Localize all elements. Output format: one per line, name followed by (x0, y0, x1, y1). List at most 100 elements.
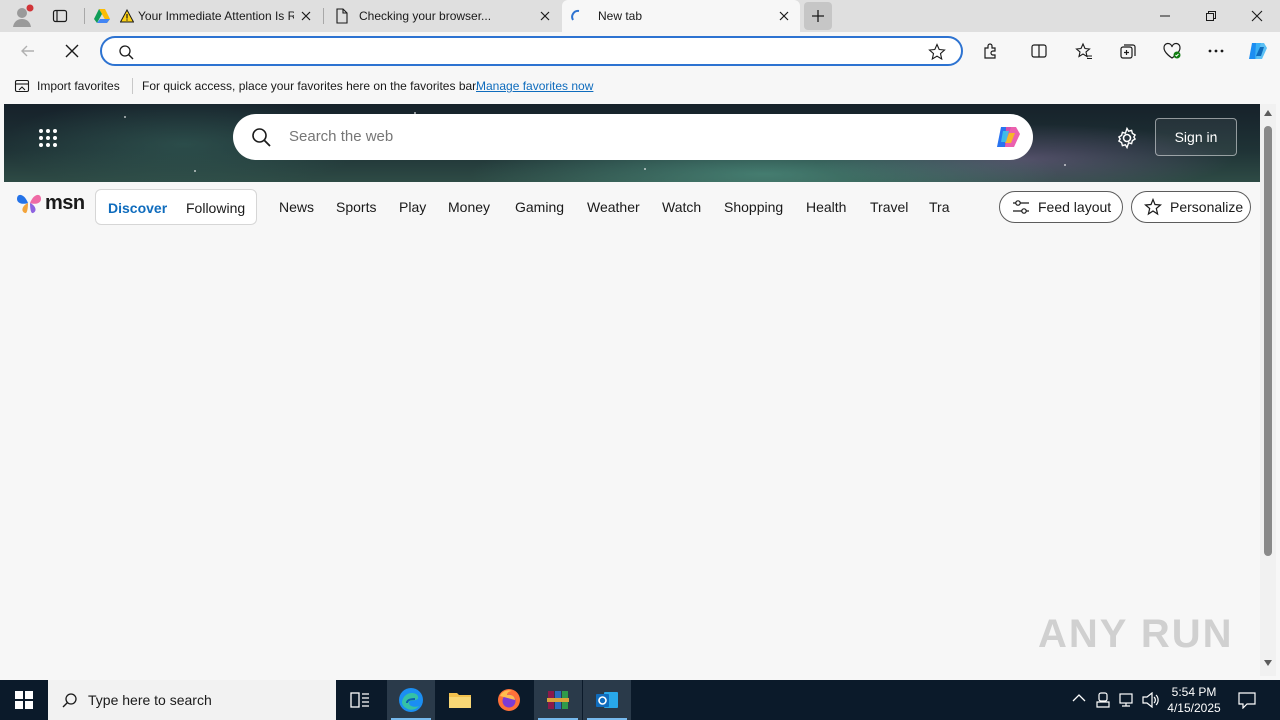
favorites-button[interactable] (1070, 37, 1098, 65)
nav-sports[interactable]: Sports (336, 199, 376, 215)
import-icon (14, 79, 30, 93)
nav-weather[interactable]: Weather (587, 199, 640, 215)
outlook-icon (596, 692, 618, 708)
apps-launcher-icon[interactable] (38, 128, 58, 148)
tab-actions-icon[interactable] (52, 8, 68, 24)
tab-title: Checking your browser... (359, 9, 492, 23)
chevron-up-icon[interactable] (1072, 693, 1086, 703)
nav-gaming[interactable]: Gaming (515, 199, 564, 215)
collections-icon (1120, 44, 1136, 59)
msn-logo[interactable]: msn (16, 191, 85, 215)
web-search-box[interactable]: Search the web (233, 114, 1033, 160)
meet-now-icon[interactable] (1096, 692, 1110, 708)
clock-time: 5:54 PM (1171, 685, 1217, 699)
nav-play[interactable]: Play (399, 199, 426, 215)
taskbar-edge[interactable] (387, 680, 435, 720)
vertical-scrollbar[interactable] (1260, 104, 1276, 676)
taskbar-search-input[interactable]: Type here to search (88, 692, 212, 708)
heart-pulse-icon (1163, 42, 1181, 59)
start-button[interactable] (0, 680, 48, 720)
search-icon (62, 693, 77, 708)
taskbar-firefox[interactable] (485, 680, 533, 720)
clock-date: 4/15/2025 (1167, 701, 1221, 715)
taskbar-outlook[interactable] (583, 680, 631, 720)
browser-toolbar (0, 32, 1280, 70)
tab-new-tab[interactable]: New tab (562, 0, 800, 32)
stop-loading-button[interactable] (58, 37, 86, 65)
manage-favorites-link[interactable]: Manage favorites now (476, 79, 593, 93)
nav-shopping[interactable]: Shopping (724, 199, 783, 215)
tab-following[interactable]: Following (186, 200, 245, 216)
taskbar-winrar[interactable] (534, 680, 582, 720)
nav-watch[interactable]: Watch (662, 199, 701, 215)
close-icon[interactable] (537, 8, 553, 24)
close-icon[interactable] (298, 8, 314, 24)
extensions-button[interactable] (977, 37, 1005, 65)
close-icon (65, 44, 79, 58)
copilot-icon (1249, 43, 1267, 59)
favorites-bar: Import favorites For quick access, place… (0, 70, 1280, 103)
copilot-icon[interactable] (993, 122, 1023, 152)
nav-travel[interactable]: Travel (870, 199, 908, 215)
tab-immediate-attention[interactable]: Your Immediate Attention Is Required (86, 0, 322, 32)
split-screen-icon (1031, 44, 1047, 58)
loading-icon (570, 9, 584, 23)
scroll-down-icon[interactable] (1264, 660, 1272, 666)
notification-center-icon[interactable] (1238, 691, 1256, 709)
tab-title: New tab (598, 9, 643, 23)
tab-title: Your Immediate Attention Is Required (138, 9, 294, 23)
copilot-button[interactable] (1244, 37, 1272, 65)
web-search-input[interactable]: Search the web (289, 128, 393, 145)
taskbar-search-box[interactable]: Type here to search (48, 680, 336, 720)
personalize-button[interactable]: Personalize (1131, 191, 1251, 223)
close-icon[interactable] (776, 8, 792, 24)
search-icon (118, 44, 134, 60)
collections-button[interactable] (1114, 37, 1142, 65)
windows-logo-icon (15, 691, 33, 709)
gear-icon[interactable] (1116, 127, 1138, 149)
restore-button[interactable] (1188, 0, 1234, 32)
feed-segment-control: Discover Following (95, 189, 257, 225)
scroll-up-icon[interactable] (1264, 110, 1272, 116)
butterfly-icon (17, 194, 41, 214)
feed-layout-label: Feed layout (1038, 199, 1112, 215)
firefox-icon (498, 689, 520, 711)
settings-more-button[interactable] (1202, 37, 1230, 65)
plus-icon (812, 10, 824, 22)
close-icon (1251, 10, 1263, 22)
scrollbar-thumb[interactable] (1264, 126, 1272, 556)
browser-essentials-button[interactable] (1158, 37, 1186, 65)
nav-health[interactable]: Health (806, 199, 846, 215)
nav-money[interactable]: Money (448, 199, 490, 215)
profile-avatar-icon[interactable] (10, 4, 34, 28)
nav-news[interactable]: News (279, 199, 314, 215)
google-drive-icon (94, 8, 110, 24)
nav-traffic[interactable]: Trai (929, 199, 950, 215)
msn-navigation: msn Discover Following News Sports Play … (4, 182, 1260, 230)
network-icon[interactable] (1118, 692, 1134, 708)
tab-checking-browser[interactable]: Checking your browser... (325, 0, 561, 32)
import-favorites-button[interactable]: Import favorites (14, 78, 120, 94)
address-bar[interactable] (100, 36, 963, 66)
volume-icon[interactable] (1142, 692, 1160, 708)
close-window-button[interactable] (1234, 0, 1280, 32)
more-dots-icon (1208, 49, 1224, 53)
task-view-icon (350, 692, 369, 708)
sign-in-button[interactable]: Sign in (1155, 118, 1237, 156)
minimize-button[interactable] (1142, 0, 1188, 32)
favorite-star-icon[interactable] (928, 43, 946, 61)
tab-discover[interactable]: Discover (108, 200, 167, 216)
favorites-hint-text: For quick access, place your favorites h… (142, 79, 479, 93)
search-icon (251, 127, 271, 147)
anyrun-watermark: ANY RUN (1038, 612, 1234, 656)
folder-icon (449, 693, 471, 708)
tab-strip: Your Immediate Attention Is Required Che… (0, 0, 1280, 32)
split-screen-button[interactable] (1025, 37, 1053, 65)
new-tab-button[interactable] (804, 2, 832, 30)
back-button[interactable] (14, 37, 42, 65)
task-view-button[interactable] (336, 680, 384, 720)
feed-layout-button[interactable]: Feed layout (999, 191, 1123, 223)
taskbar-file-explorer[interactable] (436, 680, 484, 720)
system-clock[interactable]: 5:54 PM 4/15/2025 (1164, 684, 1224, 716)
puzzle-icon (984, 43, 996, 59)
